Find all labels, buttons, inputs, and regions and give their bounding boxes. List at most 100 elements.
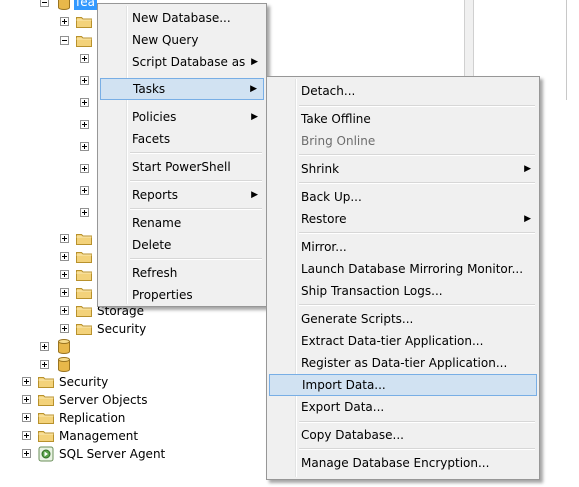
menu-item-mirror[interactable]: Mirror... (269, 236, 537, 258)
expand-icon[interactable] (60, 270, 69, 279)
selected-database-label[interactable]: fea (74, 0, 97, 10)
tree-row-security-inner[interactable]: Security (60, 320, 200, 338)
menu-item-generate-scripts[interactable]: Generate Scripts... (269, 308, 537, 330)
menu-item-ship-transaction-logs[interactable]: Ship Transaction Logs... (269, 280, 537, 302)
menu-item-manage-encryption[interactable]: Manage Database Encryption... (269, 452, 537, 474)
expand-icon[interactable] (22, 413, 31, 422)
tree-row-folder[interactable] (60, 284, 100, 302)
menu-item-take-offline[interactable]: Take Offline (269, 108, 537, 130)
splitter-scrollbar[interactable] (464, 0, 474, 78)
collapse-icon[interactable] (40, 0, 49, 7)
menu-item-label: Start PowerShell (132, 160, 231, 174)
menu-item-label: Manage Database Encryption... (301, 456, 490, 470)
menu-item-launch-mirroring-monitor[interactable]: Launch Database Mirroring Monitor... (269, 258, 537, 280)
expand-icon[interactable] (60, 288, 69, 297)
expand-icon[interactable] (22, 377, 31, 386)
tree-row-sql-agent[interactable]: SQL Server Agent (22, 445, 202, 463)
expand-icon[interactable] (60, 17, 69, 26)
collapse-icon[interactable] (60, 36, 69, 45)
menu-separator (299, 448, 535, 450)
menu-item-label: Back Up... (301, 190, 362, 204)
expand-icon[interactable] (80, 76, 89, 85)
menu-item-new-query[interactable]: New Query (100, 29, 264, 51)
menu-item-export-data[interactable]: Export Data... (269, 396, 537, 418)
folder-icon (38, 376, 54, 388)
menu-item-start-powershell[interactable]: Start PowerShell (100, 156, 264, 178)
expand-icon[interactable] (22, 431, 31, 440)
menu-item-delete[interactable]: Delete (100, 234, 264, 256)
expand-icon[interactable] (80, 142, 89, 151)
menu-separator (130, 152, 262, 154)
chevron-right-icon: ▶ (251, 112, 258, 122)
tree-row-folder[interactable] (60, 248, 100, 266)
menu-item-label: Register as Data-tier Application... (301, 356, 508, 370)
tree-row-folder[interactable] (60, 32, 100, 50)
tree-row-server-objects[interactable]: Server Objects (22, 391, 182, 409)
menu-item-label: Tasks (133, 82, 166, 96)
menu-item-facets[interactable]: Facets (100, 128, 264, 150)
menu-separator (299, 154, 535, 156)
menu-item-copy-database[interactable]: Copy Database... (269, 424, 537, 446)
pane-divider (566, 0, 567, 100)
menu-item-policies[interactable]: Policies ▶ (100, 106, 264, 128)
expand-icon[interactable] (80, 208, 89, 217)
tree-row-folder[interactable] (60, 13, 100, 31)
expand-icon[interactable] (60, 252, 69, 261)
menu-item-rename[interactable]: Rename (100, 212, 264, 234)
menu-item-detach[interactable]: Detach... (269, 80, 537, 102)
menu-item-refresh[interactable]: Refresh (100, 262, 264, 284)
menu-separator (299, 105, 535, 107)
folder-icon (38, 394, 54, 406)
menu-item-label: Policies (132, 110, 177, 124)
folder-icon (76, 233, 92, 245)
expand-icon[interactable] (80, 186, 89, 195)
menu-item-extract-data-tier[interactable]: Extract Data-tier Application... (269, 330, 537, 352)
folder-icon (38, 430, 54, 442)
tasks-submenu: Detach... Take Offline Bring Online Shri… (266, 76, 540, 480)
menu-item-restore[interactable]: Restore ▶ (269, 208, 537, 230)
folder-icon (76, 305, 92, 317)
menu-item-script-database-as[interactable]: Script Database as ▶ (100, 51, 264, 73)
expand-icon[interactable] (80, 54, 89, 63)
expand-icon[interactable] (60, 324, 69, 333)
chevron-right-icon: ▶ (251, 57, 258, 67)
expand-icon[interactable] (22, 449, 31, 458)
tree-row-database[interactable] (40, 338, 80, 356)
tree-row-replication[interactable]: Replication (22, 409, 182, 427)
menu-item-register-data-tier[interactable]: Register as Data-tier Application... (269, 352, 537, 374)
menu-separator (299, 182, 535, 184)
expand-icon[interactable] (80, 120, 89, 129)
tree-label: SQL Server Agent (59, 447, 166, 461)
folder-icon (76, 323, 92, 335)
menu-item-shrink[interactable]: Shrink ▶ (269, 158, 537, 180)
expand-icon[interactable] (80, 164, 89, 173)
tree-row-folder[interactable] (60, 230, 100, 248)
menu-item-reports[interactable]: Reports ▶ (100, 184, 264, 206)
expand-icon[interactable] (40, 342, 49, 351)
expand-icon[interactable] (80, 98, 89, 107)
menu-separator (299, 304, 535, 306)
folder-icon (76, 16, 92, 28)
tree-row-folder[interactable] (60, 266, 100, 284)
folder-icon (76, 35, 92, 47)
menu-item-label: Take Offline (301, 112, 371, 126)
folder-icon (38, 412, 54, 424)
menu-item-import-data[interactable]: Import Data... (269, 374, 537, 396)
tree-row-database[interactable] (40, 356, 80, 374)
tree-row-security[interactable]: Security (22, 373, 182, 391)
menu-item-label: Reports (132, 188, 179, 202)
menu-item-tasks[interactable]: Tasks ▶ (100, 78, 264, 100)
tree-label: Security (97, 322, 147, 336)
expand-icon[interactable] (60, 306, 69, 315)
expand-icon[interactable] (40, 360, 49, 369)
expand-icon[interactable] (60, 234, 69, 243)
tree-row-database[interactable]: fea (40, 0, 100, 12)
database-icon (58, 357, 70, 372)
expand-icon[interactable] (22, 395, 31, 404)
menu-item-back-up[interactable]: Back Up... (269, 186, 537, 208)
tree-row-management[interactable]: Management (22, 427, 182, 445)
menu-item-properties[interactable]: Properties (100, 284, 264, 306)
folder-icon (76, 269, 92, 281)
menu-item-new-database[interactable]: New Database... (100, 7, 264, 29)
menu-item-label: Launch Database Mirroring Monitor... (301, 262, 524, 276)
